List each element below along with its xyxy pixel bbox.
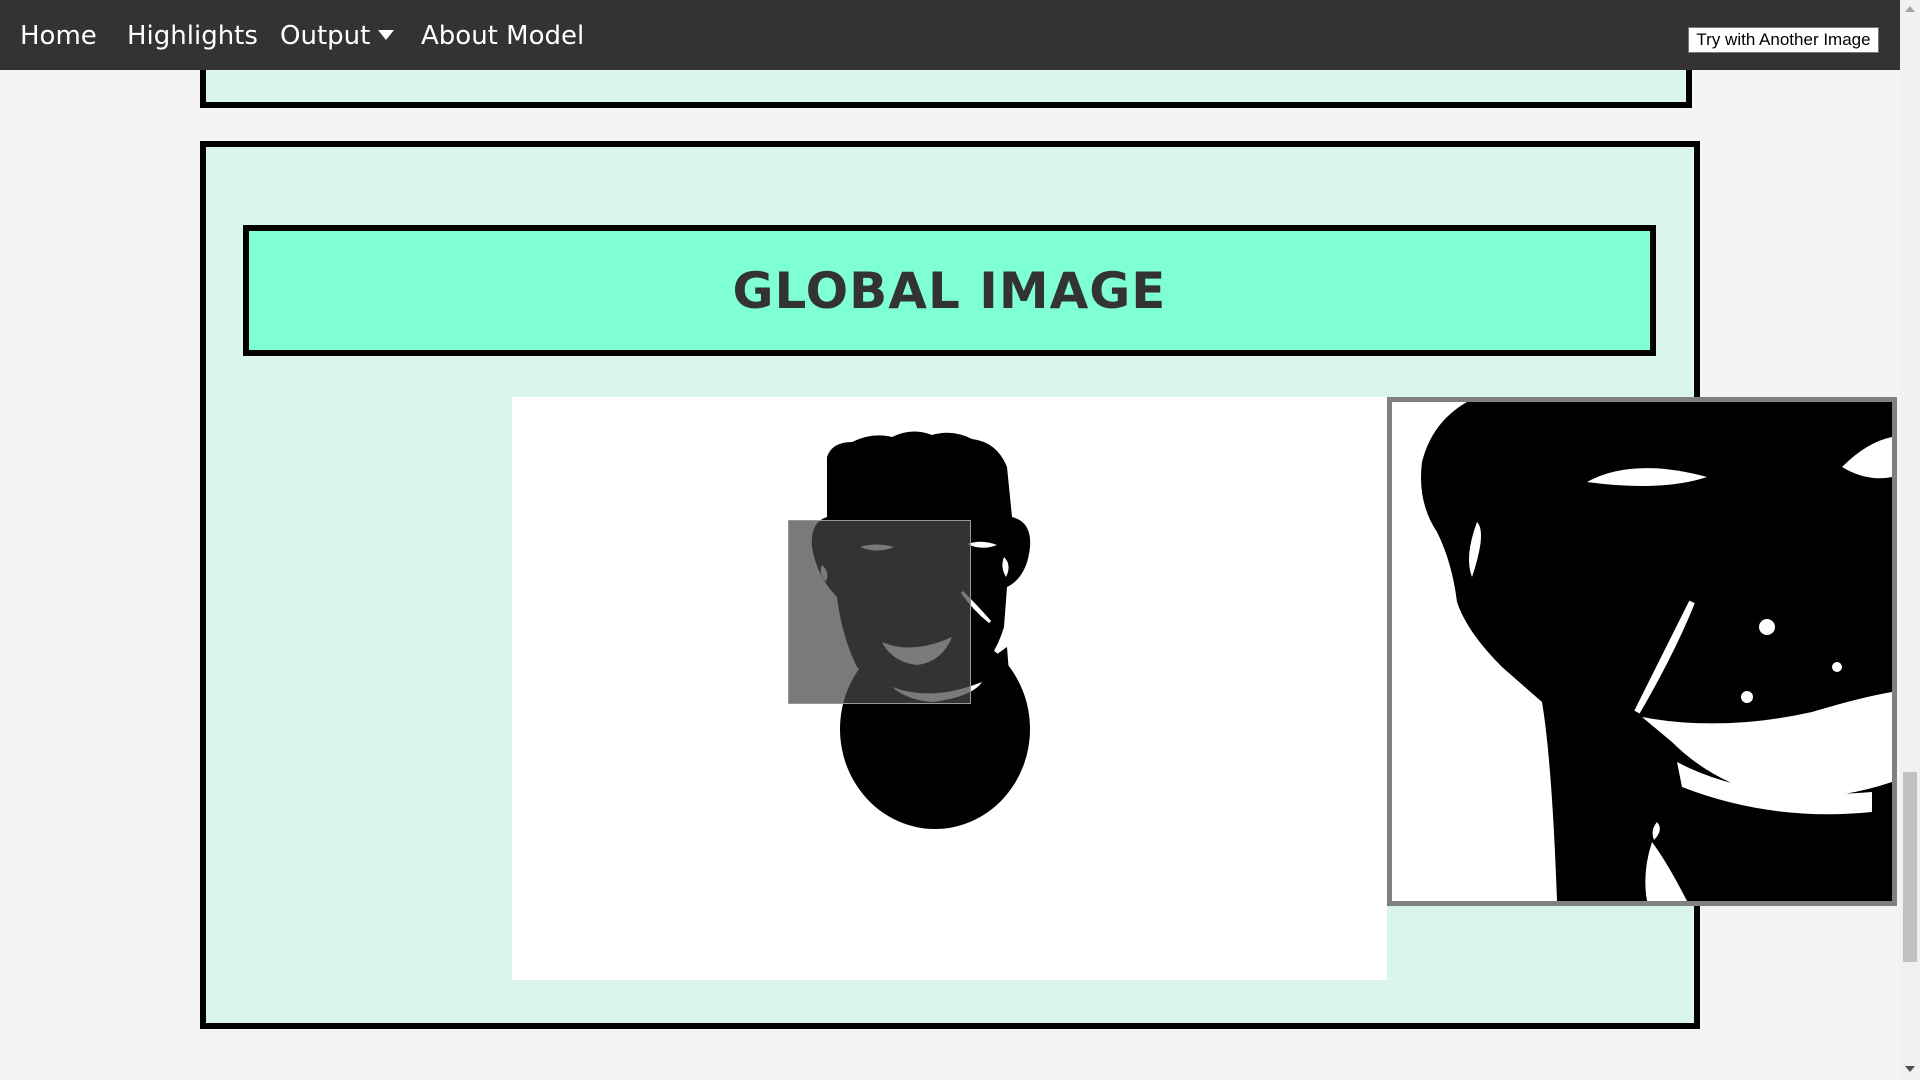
zoom-result-image bbox=[1387, 397, 1897, 906]
nav-home-link[interactable]: Home bbox=[20, 0, 97, 70]
zoomed-face-image bbox=[1392, 402, 1892, 901]
nav-about-model-link[interactable]: About Model bbox=[421, 0, 584, 70]
top-navbar: Home Highlights Output About Model Try w… bbox=[0, 0, 1900, 70]
nav-highlights-link[interactable]: Highlights bbox=[127, 0, 258, 70]
section-heading: GLOBAL IMAGE bbox=[732, 261, 1167, 320]
try-another-image-button[interactable]: Try with Another Image bbox=[1688, 27, 1879, 53]
magnifier-lens[interactable] bbox=[788, 520, 971, 704]
caret-down-icon bbox=[378, 30, 395, 40]
scroll-up-arrow-icon[interactable] bbox=[1905, 6, 1915, 12]
nav-output-label: Output bbox=[280, 21, 371, 51]
page-scrollbar[interactable] bbox=[1900, 0, 1920, 1080]
scroll-down-arrow-icon[interactable] bbox=[1905, 1066, 1915, 1072]
section-heading-box: GLOBAL IMAGE bbox=[243, 225, 1656, 356]
scrollbar-thumb[interactable] bbox=[1903, 772, 1917, 962]
nav-output-dropdown[interactable]: Output bbox=[280, 0, 395, 70]
